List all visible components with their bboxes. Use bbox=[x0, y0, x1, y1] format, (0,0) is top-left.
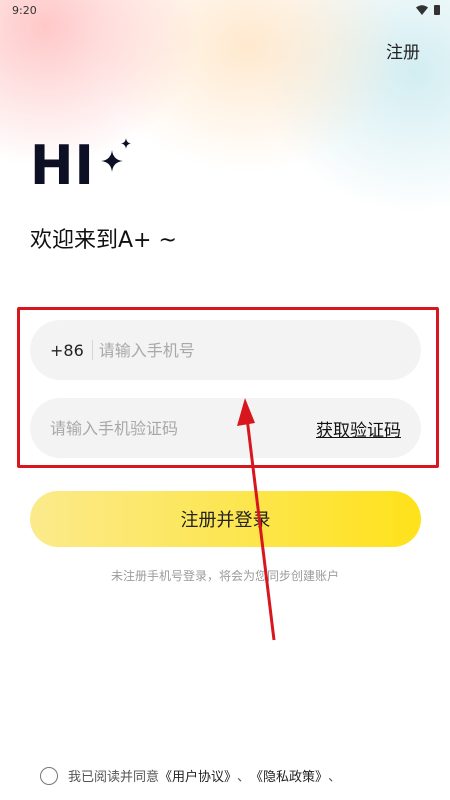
phone-field: +86 bbox=[30, 320, 421, 380]
battery-icon bbox=[434, 5, 440, 15]
welcome-text: 欢迎来到A+ ~ bbox=[30, 228, 177, 253]
status-bar: 9:20 bbox=[0, 0, 450, 20]
register-link[interactable]: 注册 bbox=[386, 38, 420, 63]
country-code-selector[interactable]: +86 bbox=[50, 341, 84, 360]
wifi-icon bbox=[416, 5, 428, 15]
status-time: 9:20 bbox=[12, 3, 37, 17]
verification-code-field: 获取验证码 bbox=[30, 398, 421, 458]
verification-code-input[interactable] bbox=[50, 418, 308, 438]
field-divider bbox=[91, 340, 93, 360]
phone-input[interactable] bbox=[98, 340, 401, 360]
user-agreement-link[interactable]: 《用户协议》 bbox=[159, 766, 237, 785]
status-icons bbox=[416, 5, 440, 15]
logo-text: HI bbox=[30, 134, 95, 198]
agreement-prefix: 我已阅读并同意 bbox=[68, 770, 160, 785]
auto-register-hint: 未注册手机号登录，将会为您同步创建账户 bbox=[110, 569, 339, 583]
agreement-row: 我已阅读并同意 《用户协议》 、 《隐私政策》 、 bbox=[40, 766, 341, 785]
agreement-checkbox[interactable] bbox=[40, 766, 58, 785]
agreement-separator: 、 bbox=[237, 770, 251, 785]
agreement-separator-2: 、 bbox=[328, 770, 342, 785]
app-logo: HI bbox=[30, 134, 133, 198]
privacy-policy-link[interactable]: 《隐私政策》 bbox=[250, 766, 328, 785]
register-login-button[interactable]: 注册并登录 bbox=[30, 491, 421, 547]
sparkle-icon bbox=[100, 138, 131, 172]
get-code-button[interactable]: 获取验证码 bbox=[316, 416, 401, 441]
